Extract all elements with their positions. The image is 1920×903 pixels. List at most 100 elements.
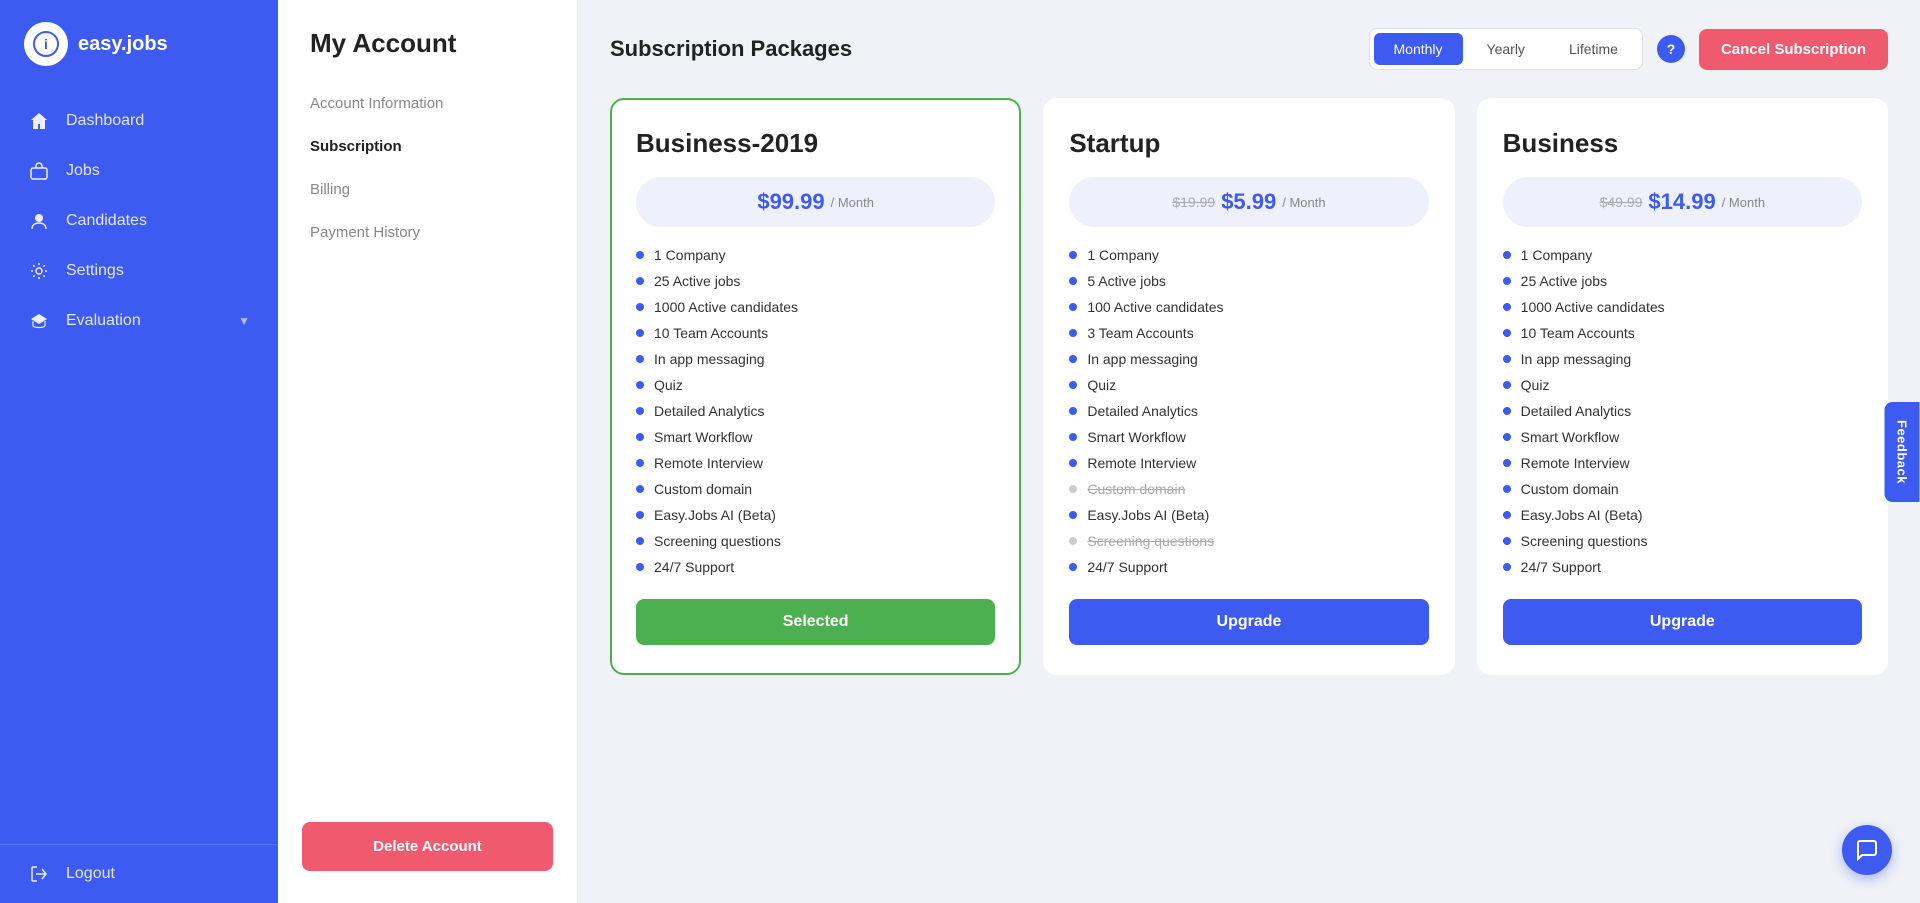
feature-text: In app messaging (654, 351, 765, 367)
sidebar-item-dashboard[interactable]: Dashboard (0, 96, 278, 146)
sidebar-item-label-dashboard: Dashboard (66, 112, 250, 130)
feature-dot (1069, 277, 1077, 285)
feature-dot (1503, 537, 1511, 545)
plan-feature: Smart Workflow (636, 429, 995, 445)
plan-feature: Screening questions (636, 533, 995, 549)
plan-card-business-2019: Business-2019 $99.99 / Month 1 Company 2… (610, 98, 1021, 675)
cancel-subscription-button[interactable]: Cancel Subscription (1699, 29, 1888, 70)
feature-text: Screening questions (654, 533, 781, 549)
plan-card-startup: Startup $19.99 $5.99 / Month 1 Company 5… (1043, 98, 1454, 675)
feature-text: Quiz (654, 377, 683, 393)
logo[interactable]: i easy.jobs (0, 0, 278, 88)
plan-feature: 1 Company (1069, 247, 1428, 263)
feature-dot (1069, 251, 1077, 259)
plan-feature: Custom domain (1069, 481, 1428, 497)
plan-feature: Screening questions (1069, 533, 1428, 549)
feature-dot (636, 563, 644, 571)
plan-feature: 24/7 Support (1503, 559, 1862, 575)
feature-text: 24/7 Support (1521, 559, 1601, 575)
feature-text: Detailed Analytics (654, 403, 765, 419)
logo-text: easy.jobs (78, 33, 168, 56)
briefcase-icon (28, 160, 50, 182)
price-current: $99.99 (757, 189, 824, 215)
plan-feature: In app messaging (1503, 351, 1862, 367)
sidebar-item-settings[interactable]: Settings (0, 246, 278, 296)
plan-price-box: $99.99 / Month (636, 177, 995, 227)
feature-dot (1069, 563, 1077, 571)
feature-text: Screening questions (1521, 533, 1648, 549)
feature-dot (1503, 511, 1511, 519)
chat-bubble[interactable] (1842, 825, 1892, 875)
feature-text: Smart Workflow (654, 429, 753, 445)
feature-dot (636, 355, 644, 363)
account-menu-item-billing[interactable]: Billing (294, 169, 561, 210)
toggle-monthly[interactable]: Monthly (1374, 33, 1463, 65)
plan-feature: Custom domain (636, 481, 995, 497)
sidebar-item-candidates[interactable]: Candidates (0, 196, 278, 246)
plan-feature: 3 Team Accounts (1069, 325, 1428, 341)
feature-dot (1069, 485, 1077, 493)
feature-text: Screening questions (1087, 533, 1214, 549)
feature-text: Remote Interview (654, 455, 763, 471)
plan-feature: Quiz (636, 377, 995, 393)
feature-text: Smart Workflow (1087, 429, 1186, 445)
plan-feature: Remote Interview (1069, 455, 1428, 471)
sidebar-item-label-settings: Settings (66, 262, 250, 280)
plan-price-box: $19.99 $5.99 / Month (1069, 177, 1428, 227)
gear-icon (28, 260, 50, 282)
plan-feature: Easy.Jobs AI (Beta) (1069, 507, 1428, 523)
billing-toggle: Monthly Yearly Lifetime (1369, 28, 1643, 70)
feature-dot (1069, 329, 1077, 337)
feature-text: 1000 Active candidates (654, 299, 798, 315)
feature-text: Custom domain (1087, 481, 1185, 497)
plan-action-button[interactable]: Upgrade (1503, 599, 1862, 645)
sidebar-item-evaluation[interactable]: Evaluation ▼ (0, 296, 278, 346)
user-icon (28, 210, 50, 232)
feature-text: 24/7 Support (1087, 559, 1167, 575)
plan-action-button[interactable]: Upgrade (1069, 599, 1428, 645)
feature-dot (636, 329, 644, 337)
plan-feature: Detailed Analytics (1069, 403, 1428, 419)
feature-dot (1503, 329, 1511, 337)
sidebar-item-label-candidates: Candidates (66, 212, 250, 230)
feature-text: Custom domain (654, 481, 752, 497)
plan-name: Business (1503, 128, 1862, 159)
help-icon[interactable]: ? (1657, 35, 1685, 63)
plan-name: Startup (1069, 128, 1428, 159)
plan-feature: 100 Active candidates (1069, 299, 1428, 315)
price-current: $14.99 (1648, 189, 1715, 215)
logout-button[interactable]: Logout (0, 844, 278, 903)
feature-text: Easy.Jobs AI (Beta) (654, 507, 776, 523)
account-menu-item-payment-history[interactable]: Payment History (294, 212, 561, 253)
toggle-yearly[interactable]: Yearly (1467, 33, 1545, 65)
price-current: $5.99 (1221, 189, 1276, 215)
feature-dot (636, 459, 644, 467)
plan-card-business: Business $49.99 $14.99 / Month 1 Company… (1477, 98, 1888, 675)
plan-price-box: $49.99 $14.99 / Month (1503, 177, 1862, 227)
subscription-title: Subscription Packages (610, 36, 852, 62)
plan-features: 1 Company 25 Active jobs 1000 Active can… (636, 247, 995, 575)
plan-action-button[interactable]: Selected (636, 599, 995, 645)
feature-dot (1069, 407, 1077, 415)
delete-account-button[interactable]: Delete Account (302, 822, 553, 871)
plan-feature: 5 Active jobs (1069, 273, 1428, 289)
plan-feature: 24/7 Support (636, 559, 995, 575)
account-menu-item-subscription[interactable]: Subscription (294, 126, 561, 167)
feedback-tab[interactable]: Feedback (1885, 402, 1920, 502)
sidebar-item-jobs[interactable]: Jobs (0, 146, 278, 196)
feature-text: 1000 Active candidates (1521, 299, 1665, 315)
plan-feature: 10 Team Accounts (1503, 325, 1862, 341)
plan-feature: 24/7 Support (1069, 559, 1428, 575)
feature-text: Detailed Analytics (1521, 403, 1632, 419)
feature-dot (636, 303, 644, 311)
toggle-lifetime[interactable]: Lifetime (1549, 33, 1638, 65)
feature-dot (636, 381, 644, 389)
account-menu-item-account-info[interactable]: Account Information (294, 83, 561, 124)
plan-feature: Smart Workflow (1069, 429, 1428, 445)
feature-dot (1503, 355, 1511, 363)
home-icon (28, 110, 50, 132)
feature-dot (1069, 303, 1077, 311)
page-title: My Account (278, 28, 577, 83)
feature-dot (1503, 303, 1511, 311)
price-original: $19.99 (1172, 194, 1215, 210)
